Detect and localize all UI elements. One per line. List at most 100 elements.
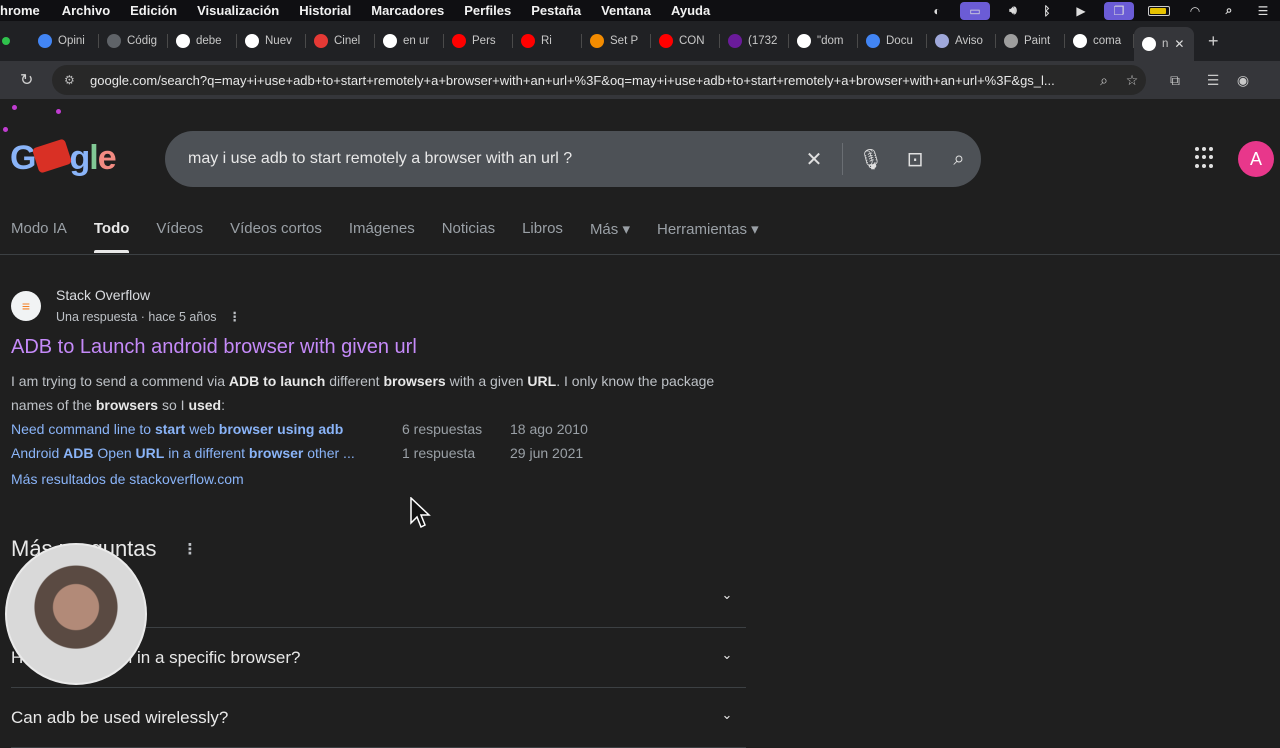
browser-tab[interactable]: Opini (30, 26, 99, 56)
tab-imagenes[interactable]: Imágenes (349, 220, 415, 238)
menu-marcadores[interactable]: Marcadores (371, 3, 444, 18)
browser-tab[interactable]: debe (168, 26, 237, 56)
tab-mas[interactable]: Más ▾ (590, 220, 630, 238)
docs-icon (866, 34, 880, 48)
browser-tab[interactable]: Aviso (927, 26, 996, 56)
result-source[interactable]: ≡ Stack Overflow Una respuesta · hace 5 … (11, 287, 751, 324)
zoom-icon[interactable]: ⌕ (1090, 72, 1118, 89)
result-sublink[interactable]: Android ADB Open URL in a different brow… (11, 441, 402, 465)
menu-archivo[interactable]: Archivo (62, 3, 110, 18)
tab-label: Ri (541, 35, 552, 47)
red-icon (314, 34, 328, 48)
search-box[interactable]: may i use adb to start remotely a browse… (165, 131, 981, 187)
browser-tab[interactable]: CON (651, 26, 720, 56)
browser-tab[interactable]: Set P (582, 26, 651, 56)
close-tab-icon[interactable]: ✕ (1174, 37, 1184, 51)
browser-tab[interactable]: Cinel (306, 26, 375, 56)
window-zoom-button[interactable] (2, 37, 10, 45)
reload-icon[interactable]: ↻ (20, 70, 40, 90)
screen-share-icon[interactable]: ◐ (926, 4, 948, 18)
google-icon (1073, 34, 1087, 48)
result-snippet: I am trying to send a commend via ADB to… (11, 373, 715, 413)
spotlight-search-icon[interactable]: ⌕ (1218, 3, 1240, 18)
browser-tab[interactable]: (1732 (720, 26, 789, 56)
menu-perfiles[interactable]: Perfiles (464, 3, 511, 18)
battery-icon[interactable] (1148, 5, 1170, 16)
browser-tab[interactable]: Nuev (237, 26, 306, 56)
menu-edicion[interactable]: Edición (130, 3, 177, 18)
browser-tab[interactable]: Ri (513, 26, 582, 56)
menu-ventana[interactable]: Ventana (601, 3, 651, 18)
more-results-link[interactable]: Más resultados de stackoverflow.com (11, 467, 751, 491)
browser-tab[interactable]: "dom (789, 26, 858, 56)
doodle-confetti (3, 127, 8, 132)
tab-herramientas[interactable]: Herramientas ▾ (657, 220, 759, 238)
lens-icon[interactable]: ⊡ (893, 147, 937, 172)
google-icon (383, 34, 397, 48)
account-avatar[interactable]: A (1238, 141, 1274, 177)
menu-ayuda[interactable]: Ayuda (671, 3, 710, 18)
display-icon[interactable]: ▭ (960, 1, 990, 20)
paa-options-icon[interactable]: ⋮ (183, 540, 198, 558)
wifi-icon[interactable]: ◠ (1184, 4, 1206, 18)
control-center-icon[interactable]: ☰ (1252, 4, 1274, 18)
sublink-answer-count: 6 respuestas (402, 421, 483, 437)
result-title-link[interactable]: ADB to Launch android browser with given… (11, 336, 751, 359)
tab-noticias[interactable]: Noticias (442, 220, 495, 238)
result-meta: Una respuesta · hace 5 años (56, 310, 217, 324)
globe-icon (1004, 34, 1018, 48)
youtube-icon (521, 34, 535, 48)
google-icon (1142, 37, 1156, 51)
result-sublink[interactable]: Need command line to start web browser u… (11, 417, 402, 441)
sublink-date: 29 jun 2021 (510, 445, 584, 461)
browser-tab[interactable]: Paint (996, 26, 1065, 56)
menubar-app-name[interactable]: hrome (0, 3, 40, 18)
browser-tab[interactable]: Códig (99, 26, 168, 56)
google-icon (176, 34, 190, 48)
address-bar[interactable]: ⚙ google.com/search?q=may+i+use+adb+to+s… (52, 65, 1146, 95)
voice-search-icon[interactable]: 🎙︎ (849, 147, 893, 172)
tab-videos[interactable]: Vídeos (156, 220, 203, 238)
more-options-icon[interactable]: ⋮ (229, 309, 242, 324)
menu-pestana[interactable]: Pestaña (531, 3, 581, 18)
bluetooth-icon[interactable]: ᛒ (1036, 4, 1058, 18)
bookmark-star-icon[interactable]: ☆ (1118, 72, 1146, 89)
sublink-answer-count: 1 respuesta (402, 445, 476, 461)
search-result: ≡ Stack Overflow Una respuesta · hace 5 … (11, 287, 751, 491)
extensions-icon[interactable]: ⧉ (1160, 72, 1190, 89)
chevron-down-icon[interactable]: ⌄ (716, 707, 738, 729)
reading-list-icon[interactable]: ☰ (1198, 72, 1228, 89)
search-query-input[interactable]: may i use adb to start remotely a browse… (188, 150, 792, 168)
volume-icon[interactable]: 🔊︎ (1002, 3, 1024, 18)
tab-label: "dom (817, 35, 844, 47)
paa-question[interactable]: Can adb be used wirelessly? ⌄ (11, 688, 746, 748)
new-tab-button[interactable]: + (1208, 31, 1219, 52)
profile-icon[interactable]: ◉ (1228, 72, 1258, 89)
tab-label: Set P (610, 35, 639, 47)
chevron-down-icon[interactable]: ⌄ (716, 647, 738, 669)
address-url[interactable]: google.com/search?q=may+i+use+adb+to+sta… (90, 73, 1090, 88)
search-icon[interactable]: ⌕ (937, 148, 981, 171)
site-info-icon[interactable]: ⚙ (64, 73, 80, 87)
menu-visualizacion[interactable]: Visualización (197, 3, 279, 18)
tab-libros[interactable]: Libros (522, 220, 563, 238)
browser-tab[interactable]: en ur (375, 26, 444, 56)
tab-todo-label: Todo (93, 220, 130, 237)
window-icon[interactable]: ❐ (1104, 1, 1134, 20)
play-icon[interactable]: ▶ (1070, 4, 1092, 18)
clear-icon[interactable]: ✕ (792, 147, 836, 172)
menu-historial[interactable]: Historial (299, 3, 351, 18)
google-doodle-logo[interactable]: Ggle (10, 138, 117, 178)
tab-modo-ia[interactable]: Modo IA (11, 220, 67, 238)
chevron-down-icon[interactable]: ⌄ (716, 587, 738, 609)
tab-label: Docu (886, 35, 913, 47)
browser-tab[interactable]: coma (1065, 26, 1134, 56)
tab-label: Pers (472, 35, 496, 47)
browser-tab[interactable]: n ✕ (1134, 27, 1194, 61)
tab-todo[interactable]: Todo (93, 220, 130, 253)
tab-label: CON (679, 35, 705, 47)
tab-videos-cortos[interactable]: Vídeos cortos (230, 220, 322, 238)
google-apps-icon[interactable] (1195, 147, 1217, 169)
browser-tab[interactable]: Docu (858, 26, 927, 56)
browser-tab[interactable]: Pers (444, 26, 513, 56)
